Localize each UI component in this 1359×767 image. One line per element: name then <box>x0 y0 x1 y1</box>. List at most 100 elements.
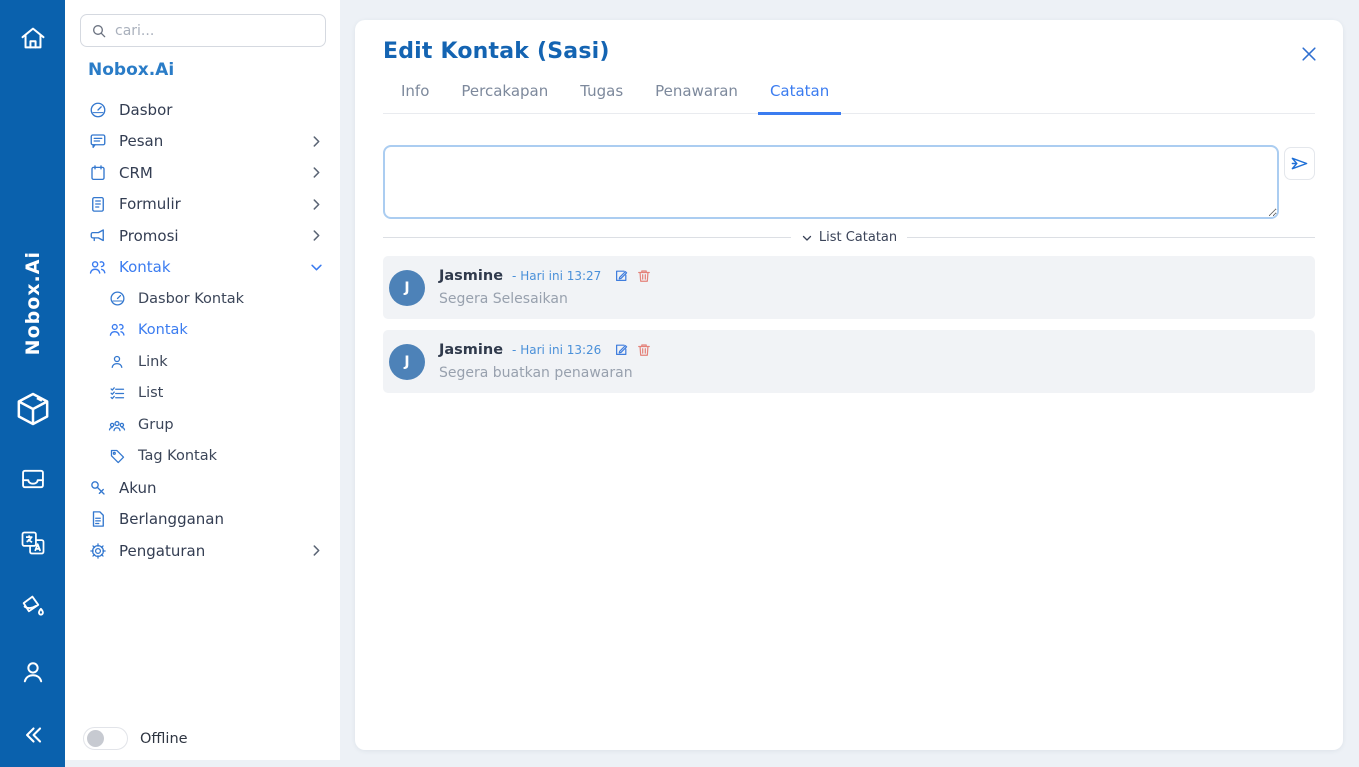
sidebar-item-label: Dasbor <box>119 101 172 119</box>
rail-brand-vertical: Nobox.Ai <box>0 228 65 378</box>
list-catatan-label: List Catatan <box>819 230 897 245</box>
sidebar-menu: Dasbor Pesan CRM Formulir Promosi Kontak <box>65 94 340 567</box>
cube-logo-icon[interactable] <box>13 389 53 429</box>
tab-info[interactable]: Info <box>389 82 441 115</box>
sidebar-item-dasbor[interactable]: Dasbor <box>65 94 340 126</box>
chevron-right-icon <box>311 136 322 147</box>
chevron-right-icon <box>311 199 322 210</box>
sidebar-item-label: Link <box>138 354 168 370</box>
sidebar-item-label: CRM <box>119 164 153 182</box>
trash-icon[interactable] <box>637 269 651 283</box>
divider-line <box>383 237 791 238</box>
avatar: J <box>389 344 425 380</box>
paint-bucket-icon[interactable] <box>19 592 47 620</box>
dashboard-icon <box>108 290 126 308</box>
note-input[interactable] <box>383 145 1279 219</box>
sidebar-item-dasbor-kontak[interactable]: Dasbor Kontak <box>65 283 340 315</box>
group-icon <box>108 416 126 434</box>
sidebar-item-label: Kontak <box>119 258 171 276</box>
notes-list: J Jasmine - Hari ini 13:27 Segera Selesa… <box>383 256 1315 393</box>
nav-sidebar: Nobox.Ai Dasbor Pesan CRM Formulir Promo… <box>65 0 340 760</box>
chevron-down-icon <box>311 262 322 273</box>
sidebar-item-label: Pengaturan <box>119 542 205 560</box>
note-timestamp: - Hari ini 13:26 <box>512 343 601 357</box>
document-icon <box>88 510 107 529</box>
sidebar-item-list[interactable]: List <box>65 378 340 410</box>
tab-tugas[interactable]: Tugas <box>568 82 635 115</box>
search-box <box>80 14 326 47</box>
note-card: J Jasmine - Hari ini 13:26 Segera buatka… <box>383 330 1315 393</box>
avatar: J <box>389 270 425 306</box>
tab-bar: Info Percakapan Tugas Penawaran Catatan <box>383 82 1315 114</box>
divider-line <box>907 237 1315 238</box>
icon-rail: Nobox.Ai <box>0 0 65 767</box>
search-icon <box>91 23 107 39</box>
sidebar-item-tag-kontak[interactable]: Tag Kontak <box>65 441 340 473</box>
sidebar-item-label: Berlangganan <box>119 510 224 528</box>
sidebar-item-pengaturan[interactable]: Pengaturan <box>65 535 340 567</box>
note-text: Segera Selesaikan <box>439 291 651 307</box>
sidebar-brand[interactable]: Nobox.Ai <box>88 60 174 80</box>
note-text: Segera buatkan penawaran <box>439 365 651 381</box>
tab-catatan[interactable]: Catatan <box>758 82 841 115</box>
person-icon <box>108 353 126 371</box>
list-catatan-divider: List Catatan <box>383 230 1315 245</box>
close-icon[interactable] <box>1297 42 1321 66</box>
sidebar-item-crm[interactable]: CRM <box>65 157 340 189</box>
note-author: Jasmine <box>439 342 503 358</box>
offline-row: Offline <box>83 727 188 750</box>
crm-icon <box>88 163 107 182</box>
sidebar-item-formulir[interactable]: Formulir <box>65 189 340 221</box>
search-input[interactable] <box>115 23 315 39</box>
contacts-icon <box>108 321 126 339</box>
sidebar-item-label: List <box>138 385 163 401</box>
sidebar-item-label: Dasbor Kontak <box>138 291 244 307</box>
tab-penawaran[interactable]: Penawaran <box>643 82 750 115</box>
tag-icon <box>108 447 126 465</box>
send-button[interactable] <box>1284 147 1315 180</box>
collapse-sidebar-icon[interactable] <box>20 722 46 748</box>
sidebar-item-label: Promosi <box>119 227 179 245</box>
panel-header: Edit Kontak (Sasi) <box>383 20 1315 66</box>
inbox-icon[interactable] <box>19 465 47 493</box>
translate-icon[interactable] <box>19 529 47 557</box>
note-input-row <box>383 145 1315 219</box>
sidebar-item-label: Kontak <box>138 322 188 338</box>
megaphone-icon <box>88 226 107 245</box>
sidebar-item-link[interactable]: Link <box>65 346 340 378</box>
tab-percakapan[interactable]: Percakapan <box>449 82 560 115</box>
sidebar-item-label: Formulir <box>119 195 181 213</box>
chevron-right-icon <box>311 545 322 556</box>
form-icon <box>88 195 107 214</box>
toggle-knob <box>87 730 104 747</box>
checklist-icon <box>108 384 126 402</box>
note-author: Jasmine <box>439 268 503 284</box>
edit-kontak-panel: Edit Kontak (Sasi) Info Percakapan Tugas… <box>355 20 1343 750</box>
send-icon <box>1290 154 1309 173</box>
note-timestamp: - Hari ini 13:27 <box>512 269 601 283</box>
edit-icon[interactable] <box>614 343 628 357</box>
sidebar-item-kontak[interactable]: Kontak <box>65 252 340 284</box>
sidebar-item-label: Tag Kontak <box>138 448 217 464</box>
user-icon[interactable] <box>19 658 47 686</box>
dashboard-icon <box>88 100 107 119</box>
offline-label: Offline <box>140 731 188 747</box>
sidebar-item-berlangganan[interactable]: Berlangganan <box>65 504 340 536</box>
sidebar-item-pesan[interactable]: Pesan <box>65 126 340 158</box>
chevron-right-icon <box>311 167 322 178</box>
offline-toggle[interactable] <box>83 727 128 750</box>
sidebar-item-akun[interactable]: Akun <box>65 472 340 504</box>
sidebar-item-kontak-sub[interactable]: Kontak <box>65 315 340 347</box>
edit-icon[interactable] <box>614 269 628 283</box>
sidebar-item-label: Pesan <box>119 132 163 150</box>
sidebar-item-promosi[interactable]: Promosi <box>65 220 340 252</box>
chevron-right-icon <box>311 230 322 241</box>
message-icon <box>88 132 107 151</box>
sidebar-item-grup[interactable]: Grup <box>65 409 340 441</box>
home-icon[interactable] <box>19 24 47 52</box>
sidebar-item-label: Akun <box>119 479 157 497</box>
trash-icon[interactable] <box>637 343 651 357</box>
key-icon <box>88 478 107 497</box>
page-title: Edit Kontak (Sasi) <box>383 39 610 64</box>
chevron-down-icon[interactable] <box>801 232 813 244</box>
